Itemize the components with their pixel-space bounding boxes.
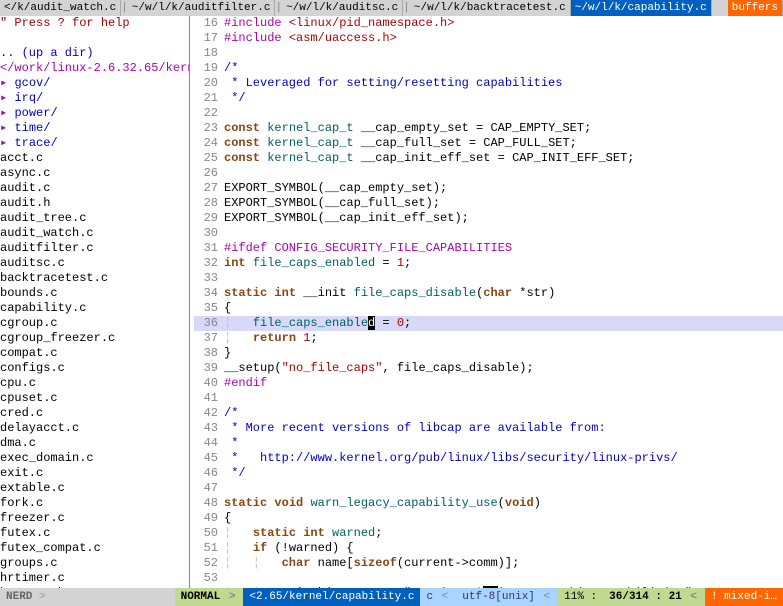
tree-file-acct-c[interactable]: acct.c	[0, 151, 189, 166]
code-line-27[interactable]: 27EXPORT_SYMBOL(__cap_empty_set);	[194, 181, 783, 196]
status-encoding: utf-8[unix] <	[456, 588, 558, 606]
code-line-52[interactable]: 52¦ ¦ char name[sizeof(current->comm)];	[194, 556, 783, 571]
tree-file-extable-c[interactable]: extable.c	[0, 481, 189, 496]
tree-file-audit-h[interactable]: audit.h	[0, 196, 189, 211]
sidebar-up-dir[interactable]: .. (up a dir)	[0, 46, 189, 61]
status-position: 36/314 : 21 <	[603, 588, 705, 606]
tree-file-delayacct-c[interactable]: delayacct.c	[0, 421, 189, 436]
tree-file-cpu-c[interactable]: cpu.c	[0, 376, 189, 391]
code-line-45[interactable]: 45 * http://www.kernel.org/pub/linux/lib…	[194, 451, 783, 466]
code-line-35[interactable]: 35{	[194, 301, 783, 316]
tree-file-capability-c[interactable]: capability.c	[0, 301, 189, 316]
code-line-29[interactable]: 29EXPORT_SYMBOL(__cap_init_eff_set);	[194, 211, 783, 226]
nerdtree-sidebar[interactable]: " Press ? for help .. (up a dir) </work/…	[0, 16, 190, 588]
code-line-46[interactable]: 46 */	[194, 466, 783, 481]
code-line-28[interactable]: 28EXPORT_SYMBOL(__cap_full_set);	[194, 196, 783, 211]
status-mode: NORMAL >	[175, 588, 244, 606]
code-line-34[interactable]: 34static int __init file_caps_disable(ch…	[194, 286, 783, 301]
tab-capability-active[interactable]: ~/w/l/k/capability.c	[571, 0, 712, 16]
code-line-22[interactable]: 22	[194, 106, 783, 121]
code-line-26[interactable]: 26	[194, 166, 783, 181]
code-line-43[interactable]: 43 * More recent versions of libcap are …	[194, 421, 783, 436]
tree-file-exec_domain-c[interactable]: exec_domain.c	[0, 451, 189, 466]
code-line-19[interactable]: 19/*	[194, 61, 783, 76]
tree-file-futex_compat-c[interactable]: futex_compat.c	[0, 541, 189, 556]
tree-file-backtracetest-c[interactable]: backtracetest.c	[0, 271, 189, 286]
code-line-30[interactable]: 30	[194, 226, 783, 241]
tree-file-bounds-c[interactable]: bounds.c	[0, 286, 189, 301]
code-line-24[interactable]: 24const kernel_cap_t __cap_full_set = CA…	[194, 136, 783, 151]
code-line-16[interactable]: 16#include <linux/pid_namespace.h>	[194, 16, 783, 31]
tree-file-fork-c[interactable]: fork.c	[0, 496, 189, 511]
sidebar-help-text: " Press ? for help	[0, 16, 189, 31]
tab-audit-watch[interactable]: </k/audit_watch.c	[0, 0, 121, 16]
status-mixed-indent: ! mixed-i…	[705, 588, 783, 606]
status-nerd: NERD >	[0, 588, 52, 606]
tree-file-compat-c[interactable]: compat.c	[0, 346, 189, 361]
status-filetype: c <	[420, 588, 456, 606]
tree-file-futex-c[interactable]: futex.c	[0, 526, 189, 541]
code-line-32[interactable]: 32int file_caps_enabled = 1;	[194, 256, 783, 271]
code-line-42[interactable]: 42/*	[194, 406, 783, 421]
code-line-25[interactable]: 25const kernel_cap_t __cap_init_eff_set …	[194, 151, 783, 166]
code-line-18[interactable]: 18	[194, 46, 783, 61]
tree-file-hrtimer-c[interactable]: hrtimer.c	[0, 571, 189, 586]
tab-backtracetest[interactable]: ~/w/l/k/backtracetest.c	[410, 0, 571, 16]
tree-file-async-c[interactable]: async.c	[0, 166, 189, 181]
status-percent: 11% :	[558, 588, 603, 606]
code-line-31[interactable]: 31#ifdef CONFIG_SECURITY_FILE_CAPABILITI…	[194, 241, 783, 256]
tree-dir-trace-[interactable]: ▸ trace/	[0, 136, 189, 151]
code-line-36[interactable]: 36¦ file_caps_enabled = 0;	[194, 316, 783, 331]
code-line-51[interactable]: 51¦ if (!warned) {	[194, 541, 783, 556]
sidebar-path[interactable]: </work/linux-2.6.32.65/kernel/	[0, 61, 189, 76]
code-line-40[interactable]: 40#endif	[194, 376, 783, 391]
tree-file-auditsc-c[interactable]: auditsc.c	[0, 256, 189, 271]
code-line-50[interactable]: 50¦ static int warned;	[194, 526, 783, 541]
tree-file-groups-c[interactable]: groups.c	[0, 556, 189, 571]
code-editor[interactable]: 16#include <linux/pid_namespace.h>17#inc…	[190, 16, 783, 588]
tree-file-audit_tree-c[interactable]: audit_tree.c	[0, 211, 189, 226]
code-line-17[interactable]: 17#include <asm/uaccess.h>	[194, 31, 783, 46]
code-line-20[interactable]: 20 * Leveraged for setting/resetting cap…	[194, 76, 783, 91]
code-line-39[interactable]: 39__setup("no_file_caps", file_caps_disa…	[194, 361, 783, 376]
tree-file-audit-c[interactable]: audit.c	[0, 181, 189, 196]
code-line-41[interactable]: 41	[194, 391, 783, 406]
tree-file-cred-c[interactable]: cred.c	[0, 406, 189, 421]
code-line-21[interactable]: 21 */	[194, 91, 783, 106]
tree-dir-power-[interactable]: ▸ power/	[0, 106, 189, 121]
tree-file-exit-c[interactable]: exit.c	[0, 466, 189, 481]
tree-file-configs-c[interactable]: configs.c	[0, 361, 189, 376]
tree-file-freezer-c[interactable]: freezer.c	[0, 511, 189, 526]
code-line-53[interactable]: 53	[194, 571, 783, 586]
tab-buffers[interactable]: buffers	[728, 0, 783, 16]
code-line-33[interactable]: 33	[194, 271, 783, 286]
tab-auditsc[interactable]: ~/w/l/k/auditsc.c	[282, 0, 403, 16]
code-line-38[interactable]: 38}	[194, 346, 783, 361]
code-line-48[interactable]: 48static void warn_legacy_capability_use…	[194, 496, 783, 511]
tree-file-dma-c[interactable]: dma.c	[0, 436, 189, 451]
tab-bar: </k/audit_watch.c | ~/w/l/k/auditfilter.…	[0, 0, 783, 16]
status-filename: <2.65/kernel/capability.c	[243, 588, 420, 606]
status-bar: NERD > NORMAL > <2.65/kernel/capability.…	[0, 588, 783, 606]
code-line-44[interactable]: 44 *	[194, 436, 783, 451]
tree-file-audit_watch-c[interactable]: audit_watch.c	[0, 226, 189, 241]
tree-file-cpuset-c[interactable]: cpuset.c	[0, 391, 189, 406]
code-line-49[interactable]: 49{	[194, 511, 783, 526]
tree-dir-irq-[interactable]: ▸ irq/	[0, 91, 189, 106]
tree-file-cgroup_freezer-c[interactable]: cgroup_freezer.c	[0, 331, 189, 346]
tree-file-auditfilter-c[interactable]: auditfilter.c	[0, 241, 189, 256]
tree-dir-time-[interactable]: ▸ time/	[0, 121, 189, 136]
code-line-37[interactable]: 37¦ return 1;	[194, 331, 783, 346]
tree-dir-gcov-[interactable]: ▸ gcov/	[0, 76, 189, 91]
tab-auditfilter[interactable]: ~/w/l/k/auditfilter.c	[128, 0, 276, 16]
tree-file-cgroup-c[interactable]: cgroup.c	[0, 316, 189, 331]
code-line-23[interactable]: 23const kernel_cap_t __cap_empty_set = C…	[194, 121, 783, 136]
code-line-47[interactable]: 47	[194, 481, 783, 496]
